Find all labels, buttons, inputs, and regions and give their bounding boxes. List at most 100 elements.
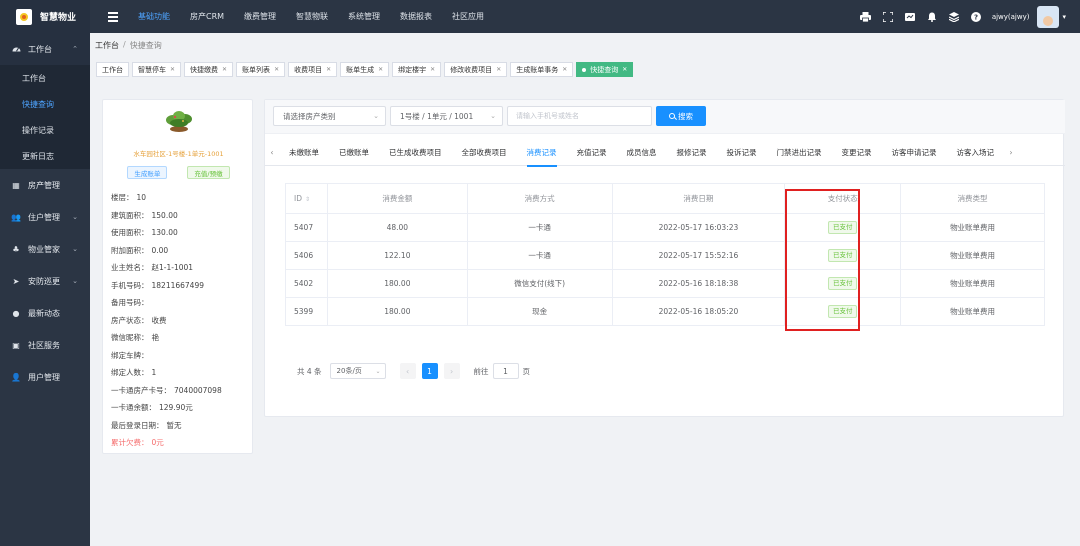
subtab-unpaid[interactable]: 未缴账单: [279, 140, 329, 166]
message-icon[interactable]: [904, 11, 916, 23]
prev-page-button[interactable]: ‹: [399, 363, 416, 379]
topnav-community[interactable]: 社区应用: [442, 11, 494, 22]
tab-edit-charge-items[interactable]: 修改收费项目 ✕: [444, 62, 508, 77]
sort-icon[interactable]: ⇕: [305, 196, 310, 203]
cell-id: 5399: [285, 297, 328, 326]
tab-bill-generate[interactable]: 账单生成 ✕: [340, 62, 390, 77]
next-page-button[interactable]: ›: [443, 363, 460, 379]
search-input[interactable]: [508, 107, 651, 125]
sidebar-group-users[interactable]: 👤 用户管理: [0, 361, 90, 393]
col-pay-status: 支付状态: [784, 183, 902, 214]
cell-pay-status: 已支付: [784, 213, 902, 242]
building-select[interactable]: 1号楼 / 1单元 / 1001 ⌄: [390, 106, 503, 126]
cell-id: 5407: [285, 213, 328, 242]
subtab-members[interactable]: 成员信息: [617, 140, 667, 166]
tab-charge-items[interactable]: 收费项目 ✕: [288, 62, 338, 77]
sidebar-group-label: 物业管家: [28, 244, 60, 254]
tab-label: 快捷缴费: [190, 65, 219, 74]
sidebar-group-community[interactable]: ▣ 社区服务: [0, 329, 90, 361]
subtab-generated-items[interactable]: 已生成收费项目: [379, 140, 452, 166]
page-size-select[interactable]: 20条/页 ⌄: [329, 363, 386, 379]
sidebar-group-label: 社区服务: [28, 340, 60, 350]
tab-quick-query[interactable]: 快捷查询 ✕: [576, 62, 634, 77]
avatar[interactable]: [1037, 5, 1060, 28]
tab-bill-list[interactable]: 账单列表 ✕: [236, 62, 286, 77]
sidebar-item-operation-log[interactable]: 操作记录: [0, 117, 90, 143]
subtab-access[interactable]: 门禁进出记录: [767, 140, 832, 166]
chevron-left-icon[interactable]: ‹: [265, 148, 279, 157]
sidebar-item-workbench[interactable]: 工作台: [0, 65, 90, 91]
fullscreen-icon[interactable]: [882, 11, 894, 23]
close-icon[interactable]: ✕: [170, 66, 175, 73]
breadcrumb-root[interactable]: 工作台: [95, 40, 119, 51]
close-icon[interactable]: ✕: [378, 66, 383, 73]
recharge-button[interactable]: 充值/预缴: [187, 166, 230, 179]
print-icon[interactable]: [860, 11, 872, 23]
tab-label: 收费项目: [294, 65, 323, 74]
cell-date: 2022-05-16 18:18:38: [611, 269, 786, 298]
subtab-repairs[interactable]: 报修记录: [667, 140, 717, 166]
topnav-basic[interactable]: 基础功能: [128, 11, 180, 22]
close-icon[interactable]: ✕: [274, 66, 279, 73]
subtab-complaints[interactable]: 投诉记录: [717, 140, 767, 166]
cell-amount: 122.10: [326, 241, 468, 270]
help-icon[interactable]: ?: [970, 11, 982, 23]
tab-bill-task[interactable]: 生成账单事务 ✕: [510, 62, 574, 77]
sidebar-item-quick-query[interactable]: 快捷查询: [0, 91, 90, 117]
house-actions: 生成账单 充值/预缴: [103, 166, 254, 179]
breadcrumb-current: 快捷查询: [129, 41, 162, 50]
generate-bill-button[interactable]: 生成账单: [127, 166, 168, 179]
cell-method: 一卡通: [466, 213, 613, 242]
bell-icon[interactable]: [926, 11, 938, 23]
user-name[interactable]: ajwy(ajwy): [992, 13, 1030, 21]
sidebar-group-butler[interactable]: ♣ 物业管家 ⌄: [0, 233, 90, 265]
goto-page-input[interactable]: 1: [492, 363, 519, 379]
house-type-select[interactable]: 请选择房产类别 ⌄: [273, 106, 386, 126]
close-icon[interactable]: ✕: [222, 66, 227, 73]
consumption-table: ID ⇕ 消费金额 消费方式 消费日期 支付状态 消费类型 5407 48.00 …: [285, 183, 1045, 326]
chevron-right-icon[interactable]: ›: [1004, 148, 1018, 157]
tab-bind-building[interactable]: 绑定楼宇 ✕: [392, 62, 442, 77]
field-last-login: 最后登录日期： 暂无: [111, 420, 182, 430]
close-icon[interactable]: ✕: [326, 66, 331, 73]
topnav-reports[interactable]: 数据报表: [390, 11, 442, 22]
table-row: 5399 180.00 现金 2022-05-16 18:05:20 已支付 物…: [285, 297, 1045, 326]
subtab-recharge[interactable]: 充值记录: [567, 140, 617, 166]
subtab-visitor-apply[interactable]: 访客申请记录: [882, 140, 947, 166]
close-icon[interactable]: ✕: [496, 66, 501, 73]
topnav-system[interactable]: 系统管理: [338, 11, 390, 22]
layers-icon[interactable]: [948, 11, 960, 23]
cell-amount: 180.00: [326, 269, 468, 298]
sidebar-group-property[interactable]: ▦ 房产管理: [0, 169, 90, 201]
tab-workbench[interactable]: 工作台: [96, 62, 129, 77]
field-plate: 绑定车牌：: [111, 350, 149, 360]
page-number-current[interactable]: 1: [421, 363, 438, 379]
chevron-down-icon[interactable]: ▾: [1062, 13, 1066, 21]
subtab-all-items[interactable]: 全部收费项目: [452, 140, 517, 166]
sidebar-group-workbench[interactable]: 工作台 ⌃: [0, 33, 90, 65]
search-button[interactable]: 搜索: [656, 106, 706, 126]
close-icon[interactable]: ✕: [430, 66, 435, 73]
field-usable-area: 使用面积： 130.00: [111, 228, 178, 238]
topnav-payment[interactable]: 缴费管理: [234, 11, 286, 22]
topnav-iot[interactable]: 智慧物联: [286, 11, 338, 22]
subtab-visitor-entry[interactable]: 访客入场记: [947, 140, 1005, 166]
col-id[interactable]: ID ⇕: [285, 183, 328, 214]
close-icon[interactable]: ✕: [622, 66, 627, 73]
sidebar-group-security[interactable]: ➤ 安防巡更 ⌄: [0, 265, 90, 297]
subtab-paid[interactable]: 已缴账单: [329, 140, 379, 166]
sidebar-group-residents[interactable]: 👥 住户管理 ⌄: [0, 201, 90, 233]
tab-parking[interactable]: 智慧停车 ✕: [132, 62, 182, 77]
subtab-changes[interactable]: 变更记录: [832, 140, 882, 166]
tab-quick-pay[interactable]: 快捷缴费 ✕: [184, 62, 234, 77]
sidebar-group-news[interactable]: ● 最新动态: [0, 297, 90, 329]
cell-date: 2022-05-17 16:03:23: [611, 213, 786, 242]
sidebar-submenu: 工作台 快捷查询 操作记录 更新日志: [0, 65, 90, 169]
brand[interactable]: 智慧物业: [0, 0, 90, 33]
sidebar-item-changelog[interactable]: 更新日志: [0, 143, 90, 169]
topnav-crm[interactable]: 房产CRM: [180, 11, 234, 22]
close-icon[interactable]: ✕: [562, 66, 567, 73]
sidebar: 工作台 ⌃ 工作台 快捷查询 操作记录 更新日志 ▦ 房产管理 👥 住户管理 ⌄…: [0, 33, 90, 546]
menu-toggle-icon[interactable]: [98, 11, 128, 23]
subtab-consumption[interactable]: 消费记录: [517, 140, 567, 167]
